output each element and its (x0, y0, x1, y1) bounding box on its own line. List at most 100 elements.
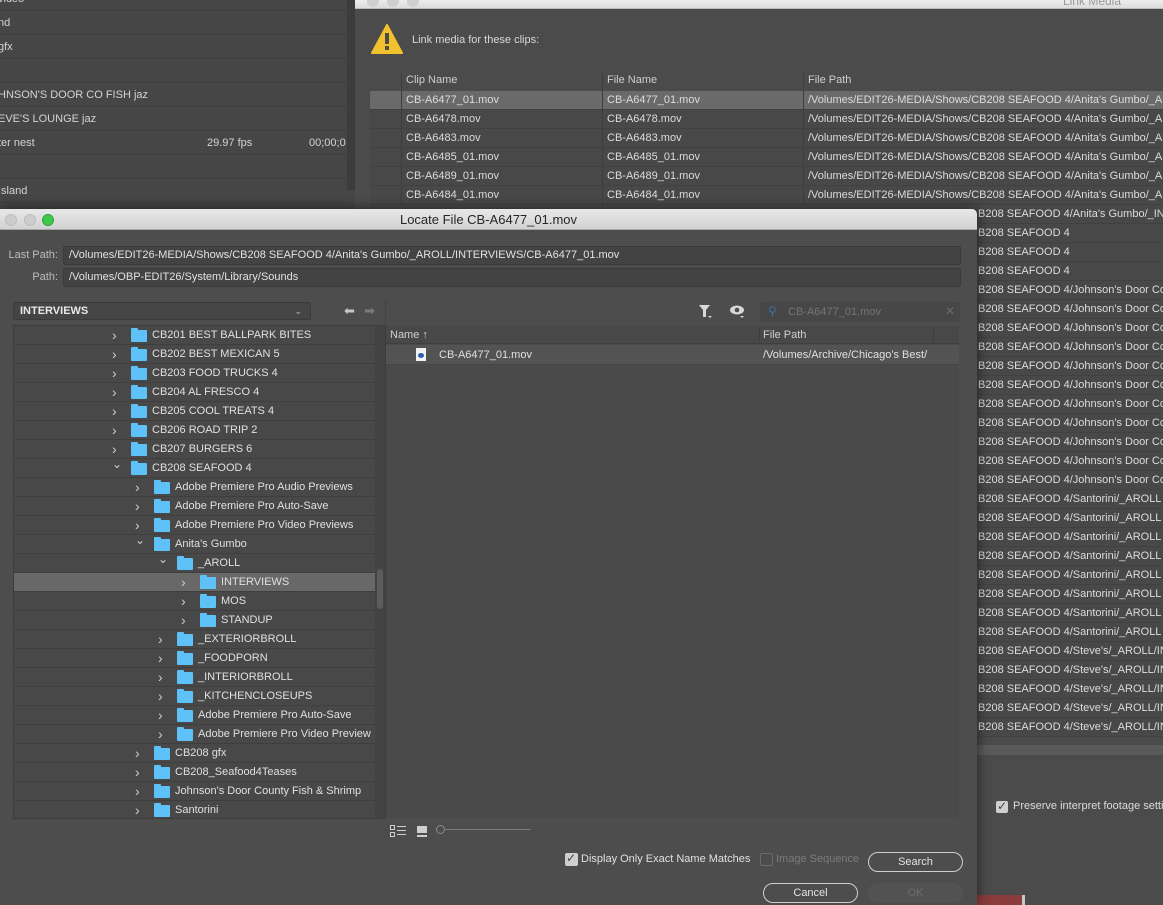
search-input[interactable] (788, 304, 938, 320)
clip-path-row[interactable]: B208 SEAFOOD 4 (975, 224, 1163, 243)
clip-path-row[interactable]: B208 SEAFOOD 4 (975, 262, 1163, 281)
folder-tree-item[interactable]: › CB205 COOL TREATS 4 (14, 402, 375, 421)
back-arrow-icon[interactable]: ⬅ (344, 304, 355, 317)
chevron-down-icon[interactable]: ⌄ (158, 550, 168, 568)
cancel-button[interactable]: Cancel (763, 883, 858, 903)
clip-table-row[interactable]: CB-A6478.mov CB-A6478.mov/Volumes/EDIT26-… (370, 110, 1163, 129)
preserve-interpret-footage-checkbox[interactable] (996, 799, 1008, 813)
folder-tree-item[interactable]: › CB206 ROAD TRIP 2 (14, 421, 375, 440)
clip-path-row[interactable]: B208 SEAFOOD 4/Steve's/_AROLL/INT (975, 680, 1163, 699)
folder-tree-item[interactable]: › Adobe Premiere Pro Video Previews (14, 516, 375, 535)
folder-tree-item[interactable]: › CB208 gfx (14, 744, 375, 763)
clip-path-row[interactable]: B208 SEAFOOD 4/Steve's/_AROLL/INT (975, 718, 1163, 737)
clip-path-row[interactable]: B208 SEAFOOD 4/Johnson's Door Cou (975, 452, 1163, 471)
folder-tree-item[interactable]: › STANDUP (14, 611, 375, 630)
project-item-row[interactable] (0, 155, 346, 179)
column-header-name[interactable]: Name ↑ (390, 326, 428, 344)
chevron-right-icon[interactable]: › (135, 744, 140, 762)
clip-table-row[interactable]: CB-A6489_01.mov CB-A6489_01.mov/Volumes/E… (370, 167, 1163, 186)
chevron-right-icon[interactable]: › (112, 364, 117, 382)
clear-search-icon[interactable]: ✕ (945, 304, 955, 318)
chevron-right-icon[interactable]: › (135, 763, 140, 781)
clip-path-row[interactable]: B208 SEAFOOD 4/Steve's/_AROLL/INT (975, 642, 1163, 661)
project-panel-scrollbar[interactable] (347, 0, 355, 190)
chevron-right-icon[interactable]: › (158, 706, 163, 724)
filter-icon[interactable] (699, 305, 713, 319)
folder-tree-item[interactable]: ⌄ Anita's Gumbo (14, 533, 375, 554)
folder-tree-item[interactable]: › CB208_Seafood4Teases (14, 763, 375, 782)
folder-tree-item[interactable]: › Adobe Premiere Pro Audio Previews (14, 478, 375, 497)
project-item-row[interactable]: Island (0, 179, 346, 203)
column-header-file-path[interactable]: File Path (763, 326, 806, 344)
clip-table-row[interactable]: CB-A6483.mov CB-A6483.mov/Volumes/EDIT26-… (370, 129, 1163, 148)
project-item-row[interactable]: HNSON'S DOOR CO FISH jaz (0, 83, 346, 107)
chevron-right-icon[interactable]: › (158, 668, 163, 686)
clip-path-row[interactable]: B208 SEAFOOD 4/Santorini/_AROLL (975, 528, 1163, 547)
clip-path-row[interactable]: B208 SEAFOOD 4/Santorini/_AROLL (975, 509, 1163, 528)
chevron-right-icon[interactable]: › (181, 573, 186, 591)
folder-tree-item[interactable]: › CB202 BEST MEXICAN 5 (14, 345, 375, 364)
project-item-row[interactable]: nd (0, 11, 346, 35)
folder-tree-item[interactable]: ⌄ CB208 SEAFOOD 4 (14, 457, 375, 478)
zoom-window-button[interactable] (407, 0, 419, 7)
clip-path-row[interactable]: B208 SEAFOOD 4/Steve's/_AROLL/INT (975, 699, 1163, 718)
chevron-right-icon[interactable]: › (158, 687, 163, 705)
clip-path-row[interactable]: B208 SEAFOOD 4/Santorini/_AROLL (975, 490, 1163, 509)
chevron-right-icon[interactable]: › (135, 782, 140, 800)
clip-table-row[interactable]: CB-A6485_01.mov CB-A6485_01.mov/Volumes/E… (370, 148, 1163, 167)
folder-tree-item[interactable]: › Santorini (14, 801, 375, 818)
thumbnail-size-slider[interactable] (436, 825, 531, 835)
clip-path-row[interactable]: B208 SEAFOOD 4/Johnson's Door Cou (975, 357, 1163, 376)
clip-path-row[interactable]: B208 SEAFOOD 4/Steve's/_AROLL/INT (975, 661, 1163, 680)
clip-table-row[interactable]: CB-A6477_01.mov CB-A6477_01.mov/Volumes/E… (370, 91, 1163, 110)
folder-tree-scrollbar[interactable] (375, 326, 385, 818)
project-item-row[interactable]: EVE'S LOUNGE jaz (0, 107, 346, 131)
chevron-down-icon[interactable]: ⌄ (135, 531, 145, 549)
chevron-right-icon[interactable]: › (135, 497, 140, 515)
last-path-field[interactable]: /Volumes/EDIT26-MEDIA/Shows/CB208 SEAFOO… (63, 246, 961, 265)
chevron-right-icon[interactable]: › (181, 592, 186, 610)
folder-tree-item[interactable]: › INTERVIEWS (14, 573, 375, 592)
project-item-row[interactable]: video (0, 0, 346, 11)
folder-dropdown[interactable]: INTERVIEWS ⌄ (13, 302, 311, 320)
search-button[interactable]: Search (868, 852, 963, 872)
chevron-right-icon[interactable]: › (112, 383, 117, 401)
project-item-row[interactable]: ter nest 29.97 fps 00;00;0 (0, 131, 346, 155)
forward-arrow-icon[interactable]: ➡ (364, 304, 375, 317)
folder-tree-item[interactable]: › CB204 AL FRESCO 4 (14, 383, 375, 402)
folder-tree-item[interactable]: › Adobe Premiere Pro Auto-Save (14, 497, 375, 516)
project-item-row[interactable]: gfx (0, 35, 346, 59)
column-header-clip-name[interactable]: Clip Name (406, 70, 457, 91)
scrollbar-thumb[interactable] (377, 569, 383, 609)
clip-path-row[interactable]: B208 SEAFOOD 4 (975, 243, 1163, 262)
path-field[interactable]: /Volumes/OBP-EDIT26/System/Library/Sound… (63, 268, 961, 287)
clip-path-row[interactable]: B208 SEAFOOD 4/Johnson's Door Cou (975, 300, 1163, 319)
chevron-right-icon[interactable]: › (181, 611, 186, 629)
clip-path-row[interactable]: B208 SEAFOOD 4/Johnson's Door Cou (975, 414, 1163, 433)
clip-path-row[interactable]: B208 SEAFOOD 4/Johnson's Door Cou (975, 471, 1163, 490)
slider-knob[interactable] (436, 825, 445, 834)
list-view-icon[interactable] (390, 825, 406, 837)
project-item-row[interactable] (0, 59, 346, 83)
minimize-window-button[interactable] (387, 0, 399, 7)
pane-divider[interactable] (385, 299, 386, 327)
chevron-right-icon[interactable]: › (112, 326, 117, 344)
image-sequence-checkbox[interactable] (760, 853, 773, 866)
exact-name-matches-checkbox[interactable] (565, 851, 578, 866)
folder-tree-item[interactable]: › Adobe Premiere Pro Auto-Save (14, 706, 375, 725)
folder-tree-item[interactable]: › Adobe Premiere Pro Video Preview (14, 725, 375, 744)
chevron-right-icon[interactable]: › (158, 630, 163, 648)
search-field[interactable]: ⚲ ✕ (760, 302, 960, 322)
column-header-file-path[interactable]: File Path (808, 70, 851, 91)
clip-path-row[interactable]: B208 SEAFOOD 4/Santorini/_AROLL (975, 585, 1163, 604)
thumbnail-view-icon[interactable] (417, 826, 427, 835)
clip-path-row[interactable]: B208 SEAFOOD 4/Johnson's Door Cou (975, 395, 1163, 414)
folder-tree-item[interactable]: › _INTERIORBROLL (14, 668, 375, 687)
clip-path-row[interactable]: B208 SEAFOOD 4/Johnson's Door Cou (975, 281, 1163, 300)
clip-path-row[interactable]: B208 SEAFOOD 4/Santorini/_AROLL (975, 547, 1163, 566)
folder-tree-item[interactable]: › CB201 BEST BALLPARK BITES (14, 326, 375, 345)
clip-path-row[interactable]: B208 SEAFOOD 4/Johnson's Door Cou (975, 319, 1163, 338)
close-window-button[interactable] (367, 0, 379, 7)
folder-tree-item[interactable]: › CB203 FOOD TRUCKS 4 (14, 364, 375, 383)
folder-tree-item[interactable]: › MOS (14, 592, 375, 611)
